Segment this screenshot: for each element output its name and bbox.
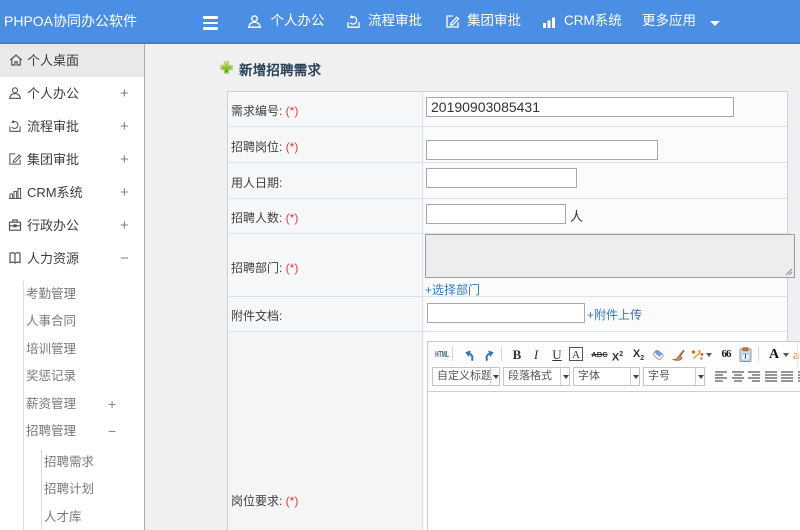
svg-text:T: T [743, 352, 748, 361]
